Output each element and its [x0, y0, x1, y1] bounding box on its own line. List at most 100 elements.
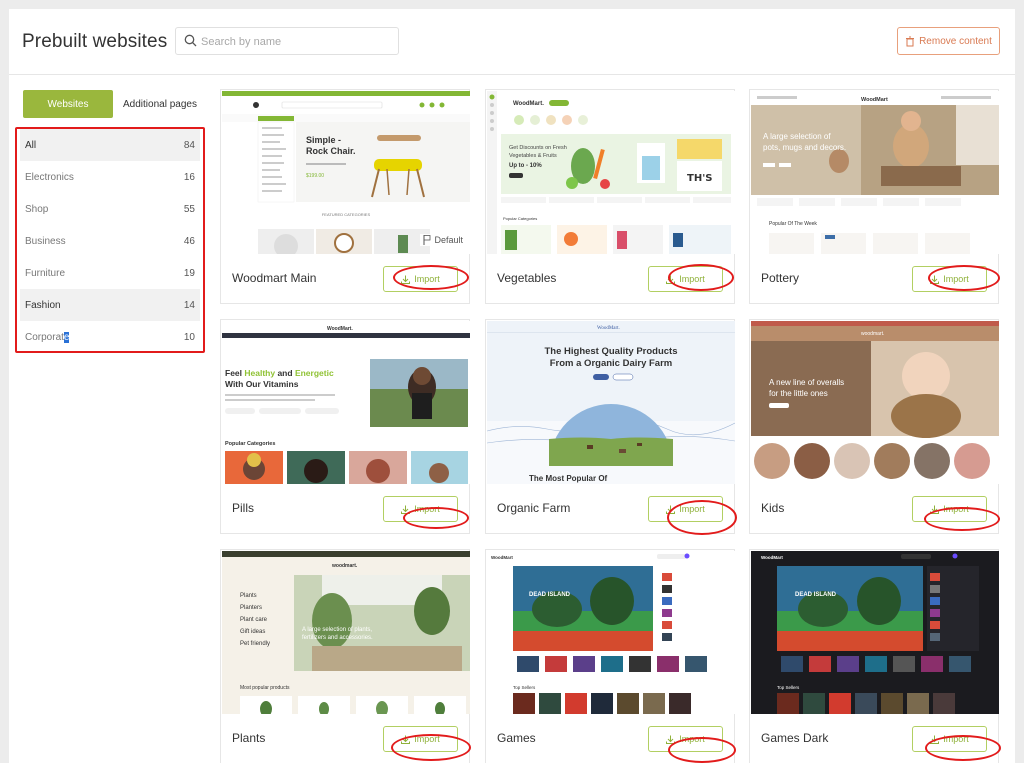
website-preview[interactable]: woodmart. Plants Planters Plant care Gif…	[222, 551, 470, 714]
category-label: Business	[25, 235, 66, 247]
category-corporate[interactable]: Corporate 10	[20, 321, 200, 353]
card-title: Woodmart Main	[232, 271, 317, 285]
download-icon	[401, 505, 411, 514]
preview-section: FEATURED CATEGORIES	[322, 212, 371, 217]
preview-section: Top Sellers	[513, 685, 536, 690]
preview-footer: The Most Popular Of	[529, 474, 608, 483]
import-button[interactable]: Import	[383, 726, 458, 752]
website-preview[interactable]: WoodMart DEAD ISLAND Top Sellers	[487, 551, 735, 714]
website-preview[interactable]: Simple - Rock Chair. $199.00 FEATURED CA…	[222, 91, 470, 254]
card-title: Kids	[761, 501, 785, 515]
svg-text:With Our Vitamins: With Our Vitamins	[225, 379, 299, 389]
card-title: Games	[497, 731, 536, 745]
app-frame: Prebuilt websites Remove content Website…	[9, 9, 1015, 763]
category-count: 16	[183, 171, 195, 183]
website-card-games: WoodMart DEAD ISLAND Top Sellers Games I…	[485, 549, 736, 763]
search-input[interactable]	[201, 33, 391, 50]
tab-additional-pages[interactable]: Additional pages	[113, 90, 207, 118]
website-preview[interactable]: WoodMart A large selection of pots, mugs…	[751, 91, 999, 254]
preview-logo: WoodMart.	[327, 326, 353, 332]
flag-icon	[423, 235, 431, 245]
import-button[interactable]: Import	[912, 266, 987, 292]
website-preview[interactable]: WoodMart. Get Discounts on Fresh Vegetab…	[487, 91, 735, 254]
category-shop[interactable]: Shop 55	[20, 193, 200, 225]
import-label: Import	[943, 274, 969, 284]
import-label: Import	[679, 734, 705, 744]
website-preview[interactable]: woodmart. A new line of overalls for the…	[751, 321, 999, 484]
category-count: 84	[183, 139, 195, 151]
import-button[interactable]: Import	[912, 726, 987, 752]
category-fashion[interactable]: Fashion 14	[20, 289, 200, 321]
category-label: Shop	[25, 203, 49, 215]
category-count: 14	[183, 299, 195, 311]
svg-text:for the little ones: for the little ones	[769, 389, 828, 398]
import-label: Import	[414, 504, 440, 514]
preview-price: $199.00	[306, 173, 324, 179]
import-button[interactable]: Import	[383, 496, 458, 522]
category-furniture[interactable]: Furniture 19	[20, 257, 200, 289]
preview-headline: A large selection of	[763, 132, 831, 141]
preview-section: Popular Of The Week	[769, 221, 817, 227]
download-icon	[401, 275, 411, 284]
preview-logo: WoodMart	[491, 555, 513, 560]
website-preview[interactable]: WoodMart. Feel Healthy and Energetic Wit…	[222, 321, 470, 484]
text-selection: e	[63, 331, 70, 343]
category-label: Corporate	[25, 331, 70, 343]
website-preview[interactable]: WoodMart DEAD ISLAND Top Sellers	[751, 551, 999, 714]
website-card-pottery: WoodMart A large selection of pots, mugs…	[749, 89, 1000, 304]
preview-headline: A large selection of plants,	[302, 627, 372, 633]
sidebar-tabs: Websites Additional pages	[23, 90, 207, 118]
preview-headline: Simple -	[306, 135, 341, 145]
website-card-vegetables: WoodMart. Get Discounts on Fresh Vegetab…	[485, 89, 735, 304]
download-icon	[930, 275, 940, 284]
download-icon	[666, 275, 676, 284]
category-label: All	[25, 139, 37, 151]
website-card-games-dark: WoodMart DEAD ISLAND Top Sellers Games D…	[749, 549, 1001, 763]
website-preview[interactable]: WoodMart. The Highest Quality Products F…	[487, 321, 735, 484]
download-icon	[666, 735, 676, 744]
default-badge: Default	[420, 234, 466, 246]
preview-menu-planters: Planters	[240, 605, 262, 611]
preview-section: Popular Categories	[503, 216, 537, 221]
search-box[interactable]	[175, 27, 399, 55]
card-title: Organic Farm	[497, 501, 571, 515]
preview-logo: WoodMart	[761, 555, 783, 560]
import-button[interactable]: Import	[648, 266, 723, 292]
page-header: Prebuilt websites Remove content	[9, 9, 1015, 75]
card-title: Games Dark	[761, 731, 829, 745]
import-label: Import	[679, 504, 705, 514]
svg-text:DEAD ISLAND: DEAD ISLAND	[529, 592, 571, 598]
website-card-organic-farm: WoodMart. The Highest Quality Products F…	[485, 319, 737, 535]
card-title: Pottery	[761, 271, 800, 285]
svg-text:pots, mugs and decors.: pots, mugs and decors.	[763, 143, 846, 152]
preview-headline: Get Discounts on Fresh	[509, 145, 567, 151]
svg-text:TH'S: TH'S	[687, 173, 712, 184]
import-button[interactable]: Import	[912, 496, 987, 522]
preview-logo: WoodMart.	[513, 101, 544, 107]
download-icon	[666, 505, 676, 514]
category-all[interactable]: All 84	[20, 129, 200, 161]
preview-logo: WoodMart	[861, 97, 888, 103]
preview-menu-pet-friendly: Pet friendly	[240, 641, 270, 647]
import-label: Import	[679, 274, 705, 284]
category-label: Furniture	[25, 267, 66, 279]
website-card-woodmart-main: Simple - Rock Chair. $199.00 FEATURED CA…	[220, 89, 470, 304]
preview-logo: woodmart.	[861, 331, 884, 337]
tab-websites[interactable]: Websites	[23, 90, 113, 118]
category-list: All 84 Electronics 16 Shop 55 Business 46 Fu…	[15, 127, 205, 353]
preview-menu-plant-care: Plant care	[240, 617, 268, 623]
website-card-plants: woodmart. Plants Planters Plant care Gif…	[220, 549, 471, 763]
svg-text:Vegetables & Fruits: Vegetables & Fruits	[509, 153, 557, 159]
category-electronics[interactable]: Electronics 16	[20, 161, 200, 193]
import-label: Import	[414, 274, 440, 284]
import-button[interactable]: Import	[648, 726, 723, 752]
remove-content-button[interactable]: Remove content	[897, 27, 1000, 55]
website-card-pills: WoodMart. Feel Healthy and Energetic Wit…	[220, 319, 470, 534]
download-icon	[930, 735, 940, 744]
category-count: 55	[183, 203, 195, 215]
category-business[interactable]: Business 46	[20, 225, 200, 257]
import-button[interactable]: Import	[648, 496, 723, 522]
svg-text:fertilizers and accessories.: fertilizers and accessories.	[302, 635, 373, 641]
import-button[interactable]: Import	[383, 266, 458, 292]
preview-menu-plants: Plants	[240, 593, 257, 599]
